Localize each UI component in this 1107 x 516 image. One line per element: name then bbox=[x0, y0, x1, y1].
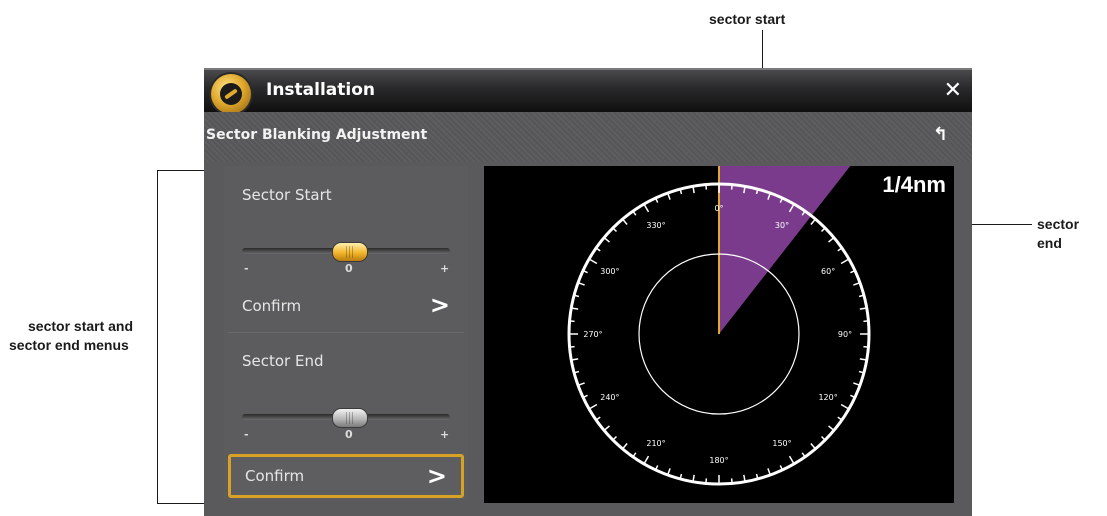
page-title: Sector Blanking Adjustment bbox=[206, 127, 428, 143]
dial-tick bbox=[840, 258, 850, 265]
dial-tick bbox=[821, 436, 826, 441]
dial-tick bbox=[828, 237, 835, 243]
dial-tick bbox=[603, 237, 610, 243]
dial-tick bbox=[588, 403, 598, 410]
bearing-label: 150° bbox=[772, 439, 791, 448]
dial-tick bbox=[828, 425, 835, 431]
bearing-label: 240° bbox=[600, 393, 619, 402]
bearing-label: 210° bbox=[646, 439, 665, 448]
chevron-right-icon: > bbox=[426, 462, 447, 490]
bearing-label: 90° bbox=[838, 330, 852, 339]
sector-start-confirm-button[interactable]: Confirm > bbox=[228, 288, 464, 326]
callout-menus-line1: sector start and bbox=[28, 318, 134, 334]
title-bar: Installation ✕ bbox=[204, 68, 972, 114]
sector-start-label: Sector Start bbox=[242, 186, 332, 204]
dial-tick bbox=[622, 218, 628, 225]
installation-window: Installation ✕ Sector Blanking Adjustmen… bbox=[204, 68, 972, 516]
callout-sector-end: sector end bbox=[1037, 216, 1080, 251]
bearing-label: 270° bbox=[583, 330, 602, 339]
confirm-label: Confirm bbox=[245, 467, 305, 485]
dial-tick bbox=[612, 227, 617, 232]
back-icon[interactable]: ↰ bbox=[933, 124, 948, 145]
bearing-label: 0° bbox=[714, 204, 723, 213]
sector-start-value: 0 bbox=[345, 262, 353, 275]
divider bbox=[228, 332, 464, 333]
dial-tick bbox=[810, 218, 816, 225]
dial-tick bbox=[788, 455, 795, 465]
callout-bracket-vertical bbox=[157, 170, 158, 504]
sector-menus-panel: Sector Start - 0 + Confirm > Sector End … bbox=[224, 166, 468, 500]
range-label: 1/4nm bbox=[882, 172, 946, 197]
sector-end-min-label: - bbox=[244, 428, 249, 441]
bearing-label: 180° bbox=[709, 456, 728, 465]
bearing-label: 60° bbox=[821, 267, 835, 276]
dial-tick bbox=[603, 425, 610, 431]
radar-display: 0° 30° 60° 90° 120° 150° 180° 210° 240° 270° 300° 3… bbox=[484, 166, 954, 503]
sector-end-label: Sector End bbox=[242, 352, 324, 370]
dial-tick bbox=[588, 258, 598, 265]
dial-tick bbox=[810, 443, 816, 450]
bearing-label: 120° bbox=[818, 393, 837, 402]
callout-sector-start: sector start bbox=[709, 11, 786, 27]
page-header: Sector Blanking Adjustment ↰ bbox=[204, 112, 972, 162]
dial-tick bbox=[821, 227, 826, 232]
radar-svg: 0° 30° 60° 90° 120° 150° 180° 210° 240° 270° 300° 3… bbox=[567, 166, 871, 486]
sector-start-min-label: - bbox=[244, 262, 249, 275]
bearing-label: 330° bbox=[646, 221, 665, 230]
chevron-right-icon: > bbox=[429, 291, 450, 319]
dial-tick bbox=[612, 436, 617, 441]
sector-end-confirm-button[interactable]: Confirm > bbox=[228, 454, 464, 498]
sector-start-max-label: + bbox=[440, 262, 450, 275]
dial-tick bbox=[643, 203, 650, 213]
sector-start-slider-thumb[interactable] bbox=[332, 242, 368, 262]
dial-tick bbox=[643, 455, 650, 465]
dial-tick bbox=[840, 403, 850, 410]
close-icon[interactable]: ✕ bbox=[944, 78, 962, 103]
bearing-label: 30° bbox=[775, 221, 789, 230]
sector-end-slider-thumb[interactable] bbox=[332, 408, 368, 428]
sector-end-value: 0 bbox=[345, 428, 353, 441]
dial-tick bbox=[622, 443, 628, 450]
sector-end-max-label: + bbox=[440, 428, 450, 441]
callout-menus-line2: sector end menus bbox=[9, 337, 129, 353]
bearing-label: 300° bbox=[600, 267, 619, 276]
window-title: Installation bbox=[266, 80, 376, 100]
app-logo-icon[interactable] bbox=[211, 74, 251, 114]
confirm-label: Confirm bbox=[242, 297, 302, 315]
